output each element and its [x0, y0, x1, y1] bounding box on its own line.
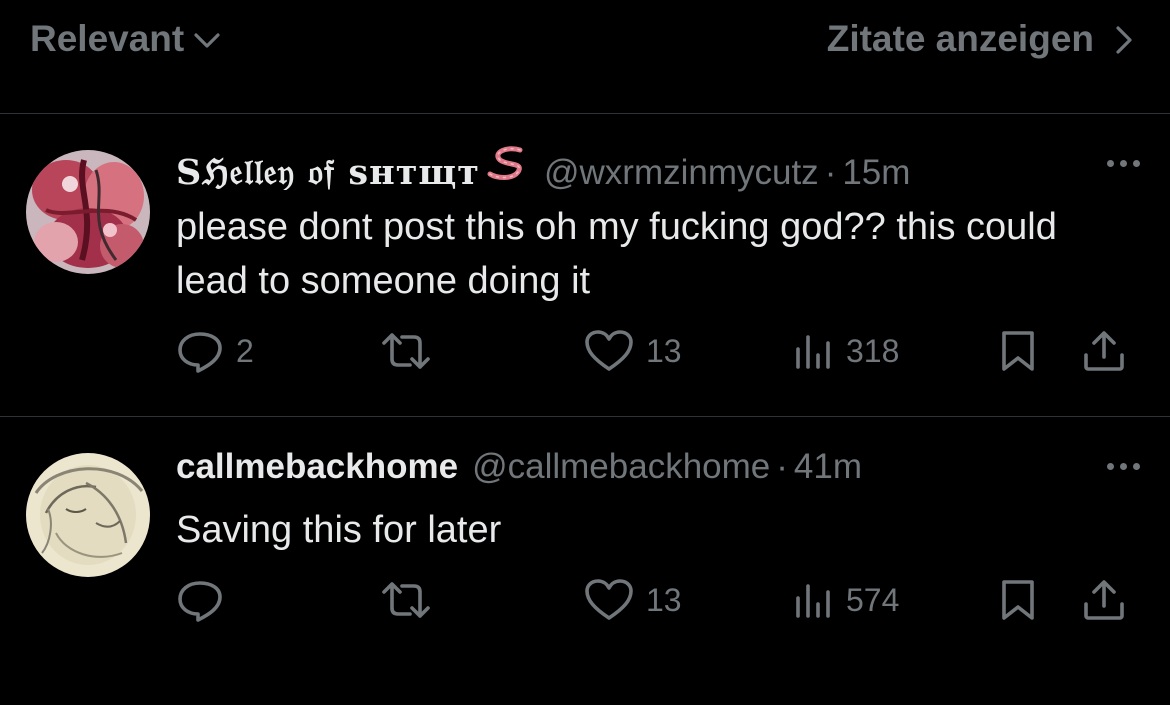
separator-dot: · — [824, 153, 837, 192]
timestamp[interactable]: 15m — [842, 153, 910, 193]
like-count: 13 — [646, 332, 682, 369]
reply-icon — [178, 332, 222, 373]
bookmark-icon — [1002, 331, 1034, 371]
reply-text: Saving this for later — [176, 509, 502, 551]
reply-count: 2 — [236, 332, 254, 369]
more-button[interactable] — [1107, 463, 1140, 470]
heart-icon — [585, 579, 633, 620]
bookmark-button[interactable] — [998, 326, 1038, 376]
repost-button[interactable] — [380, 575, 444, 625]
like-count: 13 — [646, 581, 682, 618]
more-icon-dot — [1120, 160, 1127, 167]
show-quotes-link[interactable]: Zitate anzeigen — [827, 18, 1132, 60]
chevron-down-icon — [194, 33, 220, 48]
avatar[interactable] — [26, 150, 150, 274]
bookmark-button[interactable] — [998, 575, 1038, 625]
repost-icon — [382, 333, 430, 369]
like-button[interactable]: 13 — [584, 575, 682, 625]
more-icon-dot — [1120, 463, 1127, 470]
like-button[interactable]: 13 — [584, 326, 682, 376]
views-icon — [796, 584, 830, 618]
views-button[interactable]: 574 — [792, 575, 899, 625]
reply-item[interactable]: Sℌ𝔢𝔩𝔩𝔢𝔶 𝔬𝔣 sнтщт @wxrmzinmycutz · 15m pl… — [0, 114, 1170, 417]
avatar[interactable] — [26, 453, 150, 577]
views-button[interactable]: 318 — [792, 326, 899, 376]
share-button[interactable] — [1082, 326, 1126, 376]
more-icon — [1107, 160, 1114, 167]
reply-item[interactable]: callmebackhome @callmebackhome · 41m Sav… — [0, 417, 1170, 705]
user-handle[interactable]: @wxrmzinmycutz — [544, 153, 819, 193]
show-quotes-label: Zitate anzeigen — [826, 18, 1094, 59]
view-count: 318 — [846, 332, 900, 369]
reply-icon — [178, 581, 222, 622]
reply-button[interactable] — [176, 575, 236, 625]
separator-dot: · — [776, 447, 788, 486]
repost-button[interactable] — [380, 326, 444, 376]
sort-dropdown[interactable]: Relevant — [30, 18, 220, 60]
more-icon-dot — [1133, 463, 1140, 470]
replies-header: Relevant Zitate anzeigen — [0, 0, 1170, 114]
timestamp[interactable]: 41m — [794, 447, 862, 487]
reply-text: please dont post this oh my fucking god?… — [176, 206, 1057, 302]
avatar-image — [26, 150, 150, 274]
reply-button[interactable]: 2 — [176, 326, 254, 376]
share-button[interactable] — [1082, 575, 1126, 625]
reply-header: callmebackhome @callmebackhome · 41m — [176, 447, 862, 487]
share-icon — [1084, 331, 1124, 371]
action-bar: 13 574 — [176, 575, 1146, 625]
display-name[interactable]: Sℌ𝔢𝔩𝔩𝔢𝔶 𝔬𝔣 sнтщт — [176, 152, 480, 193]
display-name[interactable]: callmebackhome — [176, 447, 458, 487]
heart-icon — [585, 330, 633, 371]
more-icon — [1107, 463, 1114, 470]
user-handle[interactable]: @callmebackhome — [472, 447, 770, 487]
action-bar: 2 13 318 — [176, 326, 1146, 376]
share-icon — [1084, 580, 1124, 620]
reply-header: Sℌ𝔢𝔩𝔩𝔢𝔶 𝔬𝔣 sнтщт @wxrmzinmycutz · 15m — [176, 144, 910, 193]
bookmark-icon — [1002, 580, 1034, 620]
chevron-right-icon — [1116, 26, 1132, 54]
view-count: 574 — [846, 581, 900, 618]
views-icon — [796, 335, 830, 369]
avatar-image — [26, 453, 150, 577]
worm-icon — [487, 146, 523, 180]
more-button[interactable] — [1107, 160, 1140, 167]
repost-icon — [382, 582, 430, 618]
sort-label: Relevant — [30, 18, 185, 59]
more-icon-dot — [1133, 160, 1140, 167]
